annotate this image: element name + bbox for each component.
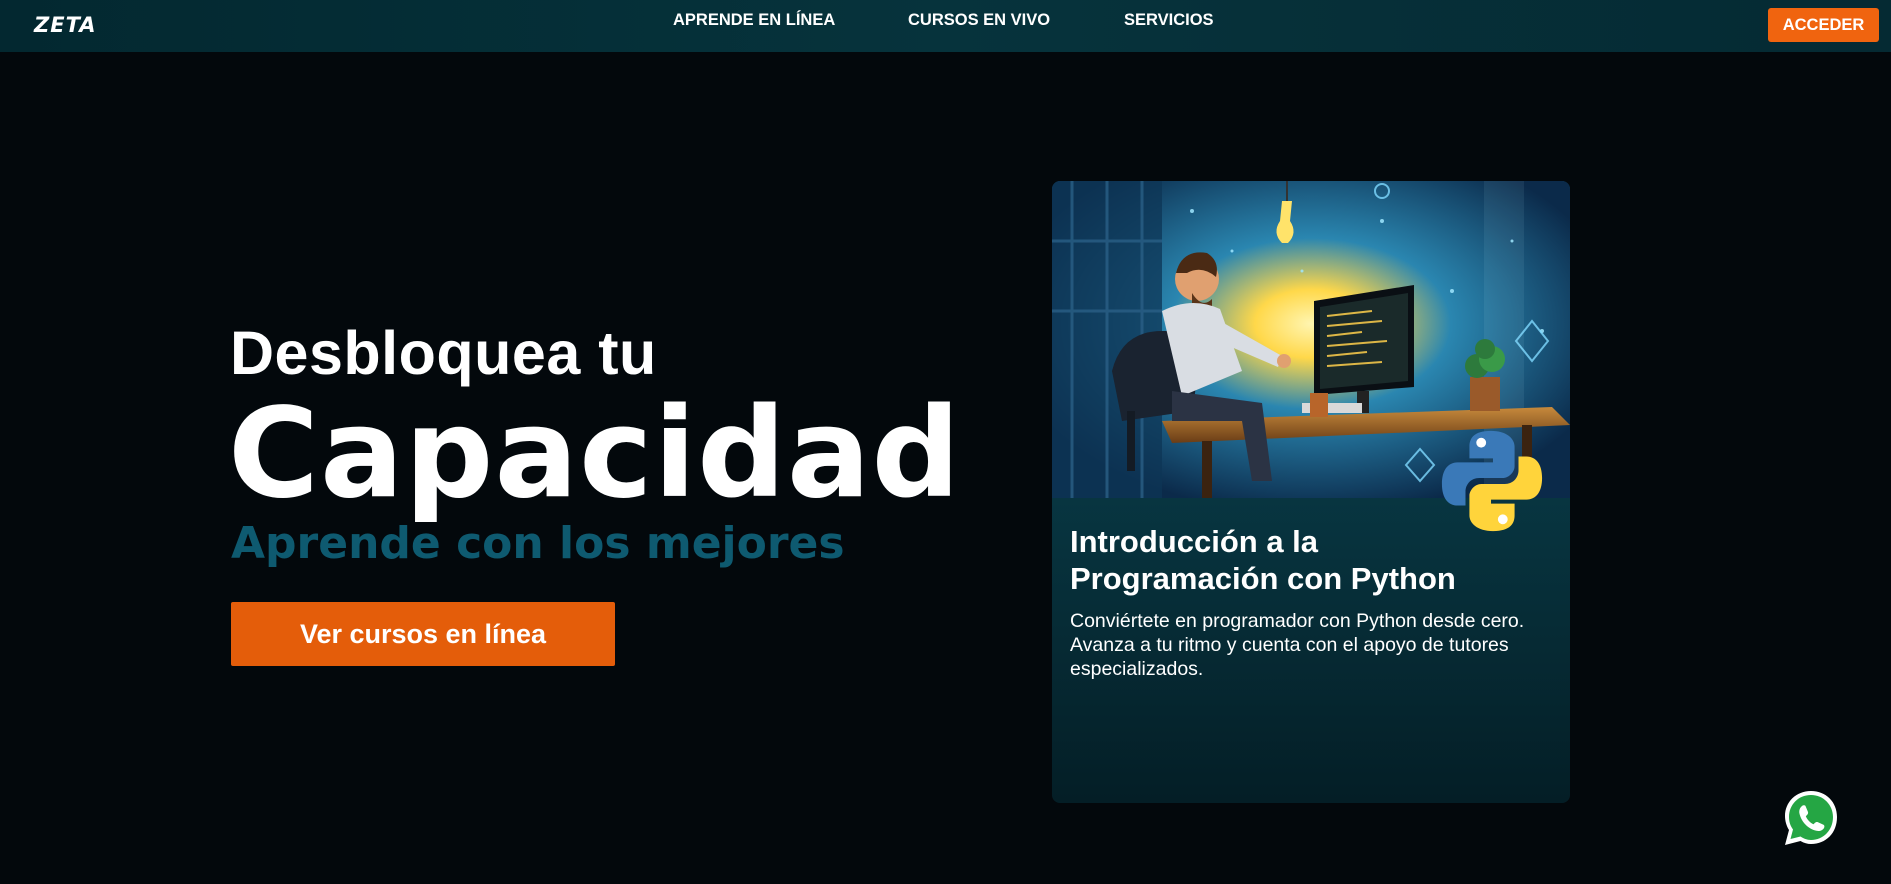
- whatsapp-icon[interactable]: [1781, 788, 1841, 848]
- main-nav: APRENDE EN LÍNEA CURSOS EN VIVO SERVICIO…: [0, 0, 1891, 52]
- nav-link-aprende-en-linea[interactable]: APRENDE EN LÍNEA: [673, 11, 835, 30]
- python-logo-icon: [1441, 430, 1543, 532]
- course-card[interactable]: Introducción a la Programación con Pytho…: [1052, 181, 1570, 803]
- login-button[interactable]: ACCEDER: [1768, 8, 1879, 42]
- course-description: Conviértete en programador con Python de…: [1070, 610, 1525, 680]
- hero-heading-line1: Desbloquea tu: [230, 319, 657, 387]
- top-navbar: ZETA APRENDE EN LÍNEA CURSOS EN VIVO SER…: [0, 0, 1891, 52]
- course-title[interactable]: Introducción a la Programación con Pytho…: [1070, 523, 1510, 597]
- view-online-courses-button[interactable]: Ver cursos en línea: [231, 602, 615, 666]
- nav-link-servicios[interactable]: SERVICIOS: [1124, 11, 1214, 30]
- hero-subheading: Aprende con los mejores: [231, 518, 845, 569]
- hero-heading-line2: Capacidad: [228, 382, 962, 526]
- nav-link-cursos-en-vivo[interactable]: CURSOS EN VIVO: [908, 11, 1050, 30]
